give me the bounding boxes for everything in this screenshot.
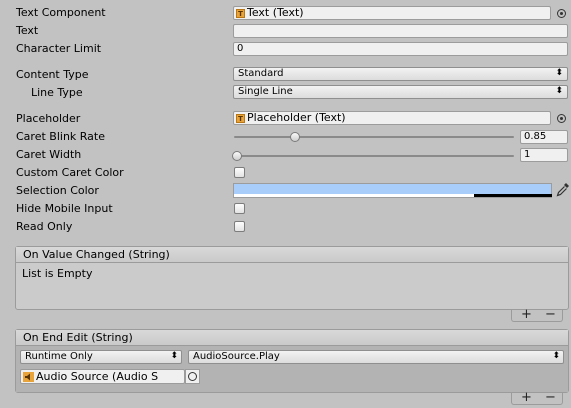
caret-blink-rate-label: Caret Blink Rate bbox=[16, 130, 105, 143]
caret-width-slider-track[interactable] bbox=[234, 155, 514, 157]
alpha-bar bbox=[474, 194, 552, 197]
hide-mobile-input-checkbox[interactable] bbox=[234, 203, 245, 214]
object-picker-icon[interactable] bbox=[557, 9, 566, 18]
on-end-edit-footer: + − bbox=[511, 390, 563, 405]
object-picker-icon[interactable] bbox=[557, 114, 566, 123]
dropdown-arrow-icon: ⬍ bbox=[555, 86, 563, 96]
runtime-value: Runtime Only bbox=[25, 351, 93, 362]
line-type-label: Line Type bbox=[31, 86, 83, 99]
character-limit-input[interactable]: 0 bbox=[233, 42, 568, 56]
line-type-dropdown[interactable]: Single Line ⬍ bbox=[233, 85, 568, 99]
caret-width-input[interactable]: 1 bbox=[520, 148, 568, 162]
selection-color-label: Selection Color bbox=[16, 184, 99, 197]
custom-caret-color-checkbox[interactable] bbox=[234, 167, 245, 178]
text-component-field[interactable]: T Text (Text) bbox=[233, 6, 551, 20]
object-picker-button[interactable] bbox=[185, 369, 200, 384]
on-end-edit-title: On End Edit (String) bbox=[16, 330, 568, 346]
caret-blink-rate-slider-track[interactable] bbox=[234, 136, 514, 138]
caret-width-slider-thumb[interactable] bbox=[232, 151, 242, 161]
audio-source-icon bbox=[23, 371, 34, 382]
text-icon: T bbox=[236, 113, 245, 123]
line-type-value: Single Line bbox=[238, 86, 293, 97]
placeholder-value: Placeholder (Text) bbox=[247, 111, 346, 124]
function-value: AudioSource.Play bbox=[193, 351, 280, 362]
on-value-changed-footer: + − bbox=[511, 307, 563, 322]
runtime-dropdown[interactable]: Runtime Only ⬍ bbox=[20, 350, 182, 364]
dropdown-arrow-icon: ⬍ bbox=[555, 68, 563, 78]
character-limit-label: Character Limit bbox=[16, 42, 102, 55]
caret-blink-rate-slider-thumb[interactable] bbox=[290, 132, 300, 142]
on-value-changed-title: On Value Changed (String) bbox=[16, 247, 568, 263]
caret-width-label: Caret Width bbox=[16, 148, 82, 161]
on-end-edit-event: On End Edit (String) Runtime Only ⬍ Audi… bbox=[15, 329, 569, 393]
add-listener-button[interactable]: + bbox=[521, 390, 532, 405]
hide-mobile-input-label: Hide Mobile Input bbox=[16, 202, 113, 215]
text-label: Text bbox=[16, 24, 39, 37]
placeholder-label: Placeholder bbox=[16, 112, 81, 125]
dropdown-arrow-icon: ⬍ bbox=[170, 351, 178, 361]
placeholder-field[interactable]: T Placeholder (Text) bbox=[233, 111, 551, 125]
object-picker-icon bbox=[188, 372, 197, 381]
selection-color-swatch[interactable] bbox=[233, 183, 552, 198]
remove-listener-button[interactable]: − bbox=[545, 390, 556, 405]
dropdown-arrow-icon: ⬍ bbox=[552, 351, 560, 361]
audio-source-value: Audio Source (Audio S bbox=[36, 370, 159, 383]
text-icon: T bbox=[236, 8, 245, 18]
text-input[interactable] bbox=[233, 24, 568, 38]
text-component-value: Text (Text) bbox=[247, 6, 304, 19]
text-component-label: Text Component bbox=[16, 6, 106, 19]
audio-source-field[interactable]: Audio Source (Audio S bbox=[20, 369, 185, 384]
read-only-label: Read Only bbox=[16, 220, 73, 233]
remove-listener-button[interactable]: − bbox=[545, 307, 556, 322]
listener-entry: Runtime Only ⬍ AudioSource.Play ⬍ Audio … bbox=[16, 346, 568, 392]
eyedropper-icon[interactable] bbox=[556, 182, 570, 198]
add-listener-button[interactable]: + bbox=[521, 307, 532, 322]
content-type-label: Content Type bbox=[16, 68, 89, 81]
caret-blink-rate-input[interactable]: 0.85 bbox=[520, 130, 568, 144]
on-value-changed-event: On Value Changed (String) List is Empty bbox=[15, 246, 569, 310]
function-dropdown[interactable]: AudioSource.Play ⬍ bbox=[188, 350, 564, 364]
custom-caret-color-label: Custom Caret Color bbox=[16, 166, 124, 179]
read-only-checkbox[interactable] bbox=[234, 221, 245, 232]
content-type-value: Standard bbox=[238, 68, 284, 79]
list-empty-text: List is Empty bbox=[22, 267, 93, 280]
content-type-dropdown[interactable]: Standard ⬍ bbox=[233, 67, 568, 81]
